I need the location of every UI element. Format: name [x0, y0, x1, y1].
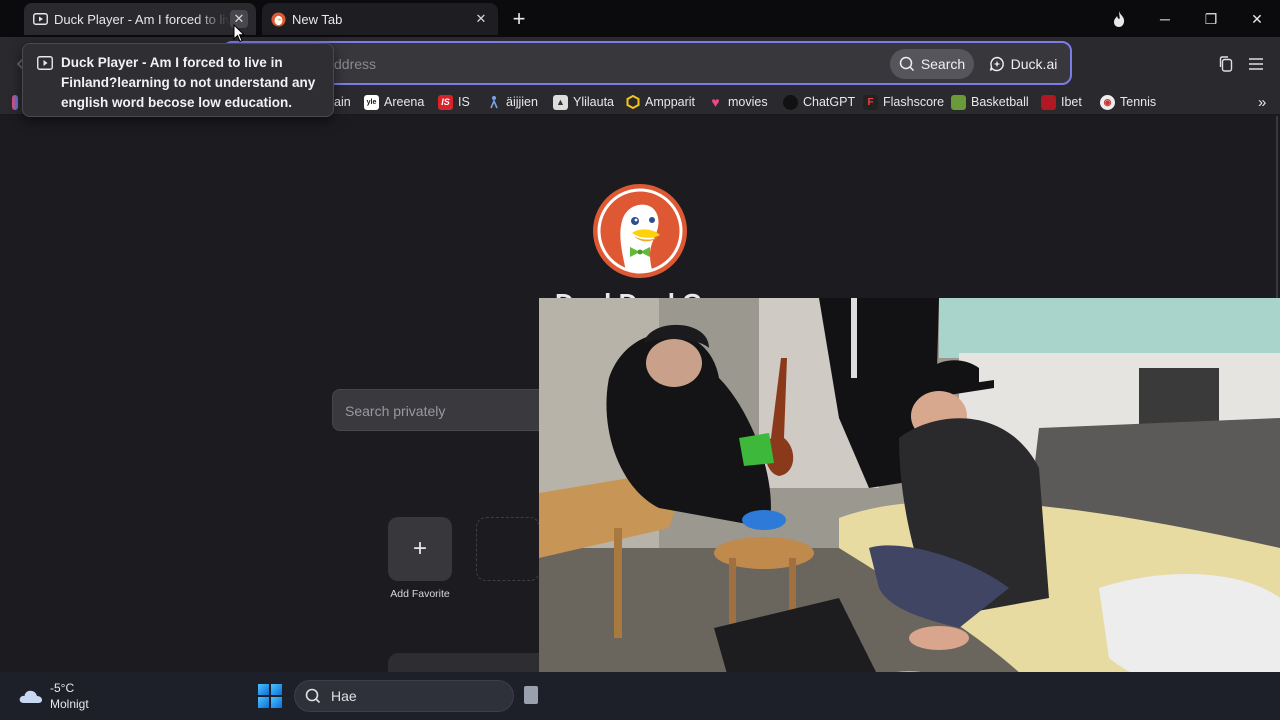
taskbar: -5°C Molnigt Hae: [0, 672, 1280, 720]
add-favorite-label: Add Favorite: [390, 588, 450, 600]
bookmark-is[interactable]: IS IS: [438, 93, 470, 111]
bookmark-ibet[interactable]: Ibet: [1041, 93, 1082, 111]
bookmark-label: IS: [458, 95, 470, 109]
restore-button[interactable]: ❐: [1196, 6, 1226, 32]
bookmark-label: Basketball: [971, 95, 1029, 109]
duckai-button-label: Duck.ai: [1010, 56, 1058, 72]
new-tab-button[interactable]: +: [506, 6, 532, 32]
bookmark-aijjien[interactable]: äijjien: [486, 93, 538, 111]
bookmark-label: Ampparit: [645, 95, 696, 109]
figure-icon: [486, 95, 501, 110]
is-logo-icon: IS: [438, 94, 453, 110]
chatgpt-icon: [783, 94, 798, 110]
duckduckgo-wordmark: DuckDuckGo: [555, 288, 715, 298]
duckduckgo-logo-icon: [593, 184, 687, 278]
bookmark-item[interactable]: ain: [334, 93, 351, 111]
bookmark-label: äijjien: [506, 95, 538, 109]
ibet-icon: [1041, 94, 1056, 110]
bookmark-ampparit[interactable]: Ampparit: [625, 93, 695, 111]
copy-icon[interactable]: [1215, 53, 1237, 75]
video-play-icon: [37, 56, 53, 70]
bookmark-tennis[interactable]: ◉ Tennis: [1100, 93, 1156, 111]
tab-duck-player[interactable]: Duck Player - Am I forced to live in Fin…: [24, 3, 256, 35]
basketball-icon: [951, 94, 966, 110]
tab-title: New Tab: [292, 11, 343, 27]
tab-new-tab[interactable]: New Tab ✕: [262, 3, 498, 35]
menu-icon[interactable]: [1245, 53, 1267, 75]
search-button-label: Search: [920, 56, 966, 72]
tab-tooltip: Duck Player - Am I forced to live in Fin…: [22, 43, 334, 117]
bookmark-chatgpt[interactable]: ChatGPT: [783, 93, 855, 111]
video-scene-image: [539, 298, 1280, 716]
bookmark-movies[interactable]: ♥ movies: [708, 93, 768, 111]
taskbar-app-icon[interactable]: [524, 686, 538, 704]
tab-title: Duck Player - Am I forced to live in Fin…: [54, 11, 230, 27]
search-icon: [899, 56, 914, 72]
tab-close-button[interactable]: ✕: [472, 10, 490, 28]
address-bar[interactable]: ddress Search Duck.ai: [222, 41, 1072, 85]
bookmark-ylilauta[interactable]: ▲ Ylilauta: [553, 93, 614, 111]
heart-icon: ♥: [711, 94, 720, 110]
bookmark-label: Flashscore: [883, 95, 945, 109]
bookmark-label: Ibet: [1061, 95, 1082, 109]
search-button[interactable]: Search: [890, 49, 974, 79]
duckduckgo-favicon-icon: [270, 11, 286, 27]
favorite-empty-slot: [476, 517, 540, 581]
search-placeholder: Search privately: [345, 403, 446, 419]
bookmark-flashscore[interactable]: F Flashscore: [863, 93, 944, 111]
bookmarks-overflow-button[interactable]: »: [1258, 93, 1266, 111]
bookmark-basketball[interactable]: Basketball: [951, 93, 1029, 111]
weather-temperature: -5°C: [50, 681, 75, 695]
bookmark-label: Tennis: [1120, 95, 1157, 109]
bookmark-label: movies: [728, 95, 768, 109]
yle-icon: yle: [364, 94, 379, 110]
weather-widget[interactable]: -5°C Molnigt: [18, 680, 89, 712]
fire-icon[interactable]: [1104, 6, 1134, 32]
taskbar-search-input[interactable]: Hae: [294, 680, 514, 712]
duckai-button[interactable]: Duck.ai: [980, 49, 1066, 79]
chat-sparkle-icon: [989, 56, 1004, 72]
hexagon-icon: [625, 95, 640, 110]
close-window-button[interactable]: ✕: [1242, 6, 1272, 32]
cloud-icon: [19, 690, 43, 703]
video-frame[interactable]: [539, 298, 1280, 716]
mouse-cursor-icon: [233, 24, 245, 43]
tab-strip: Duck Player - Am I forced to live in Fin…: [0, 0, 1280, 37]
bookmark-label: Ylilauta: [573, 95, 614, 109]
minimize-button[interactable]: ─: [1150, 6, 1180, 32]
bookmark-label: Areena: [384, 95, 425, 109]
bookmark-label: ChatGPT: [803, 95, 856, 109]
tooltip-text: Duck Player - Am I forced to live in Fin…: [61, 55, 316, 110]
windows-start-icon[interactable]: [258, 684, 282, 708]
bookmark-colorful-icon[interactable]: [12, 93, 18, 111]
address-placeholder: ddress: [334, 56, 377, 72]
search-icon: [305, 688, 321, 704]
tennis-icon: ◉: [1100, 94, 1115, 110]
flashscore-icon: F: [863, 94, 878, 110]
add-favorite-button[interactable]: +: [388, 517, 452, 581]
bookmark-label: ain: [334, 95, 351, 109]
taskbar-search-label: Hae: [331, 688, 357, 704]
video-play-icon: [32, 11, 48, 27]
weather-condition: Molnigt: [50, 697, 89, 711]
ylilauta-icon: ▲: [553, 94, 568, 110]
bookmark-areena[interactable]: yle Areena: [364, 93, 424, 111]
bookmark-favicon-icon: [12, 94, 18, 110]
